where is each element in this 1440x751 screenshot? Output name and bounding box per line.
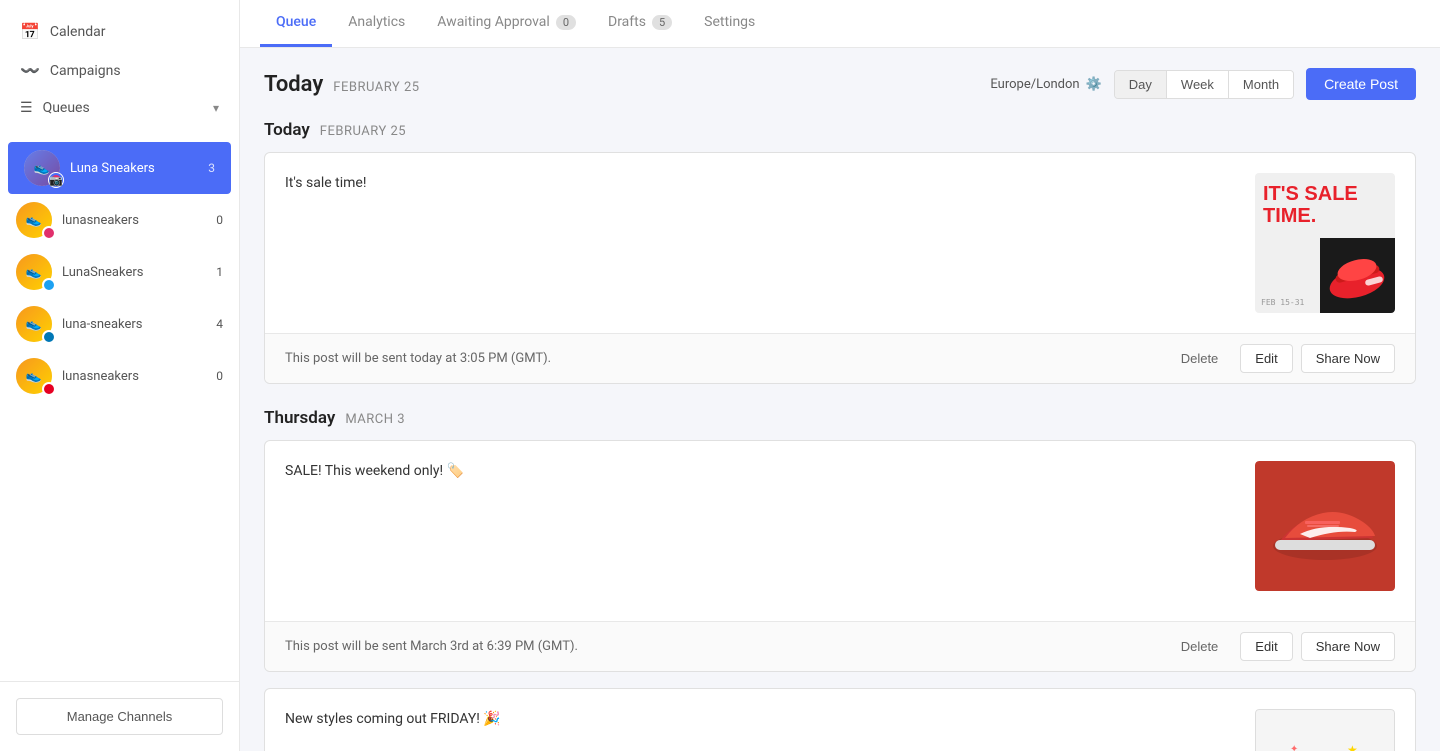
timezone-label: Europe/London <box>990 77 1079 92</box>
view-week-button[interactable]: Week <box>1167 71 1229 98</box>
channel-count-luna-sneakers-li: 4 <box>203 317 223 331</box>
avatar-lunasneakers-ig: 👟 <box>16 202 52 238</box>
sidebar-footer: Manage Channels <box>0 681 239 751</box>
channel-name-lunasneakers-pi: lunasneakers <box>62 369 193 384</box>
edit-button-1[interactable]: Edit <box>1240 344 1292 373</box>
post-footer-2: This post will be sent March 3rd at 6:39… <box>265 621 1415 671</box>
tab-awaiting-label: Awaiting Approval <box>437 14 550 30</box>
channel-list: 👟 📷 Luna Sneakers 3 👟 lunasneakers 0 👟 <box>0 138 239 406</box>
main-content: Queue Analytics Awaiting Approval 0 Draf… <box>240 0 1440 751</box>
tabs-bar: Queue Analytics Awaiting Approval 0 Draf… <box>240 0 1440 48</box>
channel-name-lunasneakers-tw: LunaSneakers <box>62 265 193 280</box>
sidebar-queues-header[interactable]: ☰ Queues ▾ <box>0 90 239 126</box>
thursday-date: MARCH 3 <box>345 412 405 427</box>
delete-button-1[interactable]: Delete <box>1167 345 1233 372</box>
active-channel-count: 3 <box>195 161 215 175</box>
sidebar-item-campaigns-label: Campaigns <box>50 63 121 79</box>
post-text-2: SALE! This weekend only! 🏷️ <box>285 461 1239 482</box>
post-image-3: ★ ✦ ✦ <box>1255 709 1395 751</box>
post-image-1: IT'S SALE TIME. <box>1255 173 1395 313</box>
view-day-button[interactable]: Day <box>1115 71 1167 98</box>
channel-count-lunasneakers-ig: 0 <box>203 213 223 227</box>
sidebar-nav: 📅 Calendar 〰️ Campaigns ☰ Queues ▾ <box>0 0 239 138</box>
share-now-button-1[interactable]: Share Now <box>1301 344 1395 373</box>
sidebar-item-calendar[interactable]: 📅 Calendar <box>0 12 239 51</box>
svg-text:✦: ✦ <box>1290 744 1298 751</box>
today-title: Today <box>264 120 310 140</box>
delete-button-2[interactable]: Delete <box>1167 633 1233 660</box>
post-text-1: It's sale time! <box>285 173 1239 194</box>
tab-drafts-label: Drafts <box>608 14 646 30</box>
toolbar-title: Today <box>264 72 323 97</box>
tab-drafts[interactable]: Drafts 5 <box>592 0 688 47</box>
chevron-down-icon: ▾ <box>213 101 219 115</box>
tab-settings[interactable]: Settings <box>688 0 771 47</box>
sidebar-item-campaigns[interactable]: 〰️ Campaigns <box>0 51 239 90</box>
content-area: Today FEBRUARY 25 Europe/London ⚙️ Day W… <box>240 48 1440 751</box>
channel-name-lunasneakers-ig: lunasneakers <box>62 213 193 228</box>
today-section: Today FEBRUARY 25 It's sale time! IT'S S… <box>264 120 1416 384</box>
channel-item-active[interactable]: 👟 📷 Luna Sneakers 3 <box>8 142 231 194</box>
gear-icon: ⚙️ <box>1086 77 1102 92</box>
linkedin-badge <box>42 330 56 344</box>
channel-count-lunasneakers-tw: 1 <box>203 265 223 279</box>
campaigns-icon: 〰️ <box>20 61 40 80</box>
toolbar: Today FEBRUARY 25 Europe/London ⚙️ Day W… <box>264 68 1416 100</box>
instagram-badge <box>42 226 56 240</box>
avatar-lunasneakers-pi: 👟 <box>16 358 52 394</box>
drafts-badge: 5 <box>652 15 672 30</box>
channel-item-lunasneakers-tw[interactable]: 👟 LunaSneakers 1 <box>0 246 239 298</box>
tab-settings-label: Settings <box>704 14 755 30</box>
timezone-selector[interactable]: Europe/London ⚙️ <box>990 77 1101 92</box>
calendar-icon: 📅 <box>20 22 40 41</box>
instagram-badge-active: 📷 <box>49 173 63 187</box>
awaiting-badge: 0 <box>556 15 576 30</box>
edit-button-2[interactable]: Edit <box>1240 632 1292 661</box>
twitter-badge <box>42 278 56 292</box>
post-card-2: SALE! This weekend only! 🏷️ <box>264 440 1416 672</box>
sidebar-item-calendar-label: Calendar <box>50 24 106 40</box>
channel-count-lunasneakers-pi: 0 <box>203 369 223 383</box>
view-month-button[interactable]: Month <box>1229 71 1293 98</box>
channel-name-luna-sneakers-li: luna-sneakers <box>62 317 193 332</box>
post-footer-text-2: This post will be sent March 3rd at 6:39… <box>285 639 578 654</box>
channel-item-luna-sneakers-li[interactable]: 👟 luna-sneakers 4 <box>0 298 239 350</box>
pinterest-badge <box>42 382 56 396</box>
tab-queue-label: Queue <box>276 14 316 30</box>
sidebar: 📅 Calendar 〰️ Campaigns ☰ Queues ▾ 👟 📷 <box>0 0 240 751</box>
post-actions-2: Delete Edit Share Now <box>1167 632 1395 661</box>
today-date: FEBRUARY 25 <box>320 124 406 139</box>
avatar-luna-sneakers: 👟 📷 <box>24 150 60 186</box>
post-footer-text-1: This post will be sent today at 3:05 PM … <box>285 351 551 366</box>
tab-awaiting[interactable]: Awaiting Approval 0 <box>421 0 592 47</box>
queues-icon: ☰ <box>20 100 33 116</box>
manage-channels-button[interactable]: Manage Channels <box>16 698 223 735</box>
avatar-luna-sneakers-li: 👟 <box>16 306 52 342</box>
post-footer-1: This post will be sent today at 3:05 PM … <box>265 333 1415 383</box>
post-actions-1: Delete Edit Share Now <box>1167 344 1395 373</box>
post-card-1: It's sale time! IT'S SALE TIME. <box>264 152 1416 384</box>
avatar-lunasneakers-tw: 👟 <box>16 254 52 290</box>
tab-queue[interactable]: Queue <box>260 0 332 47</box>
tab-analytics[interactable]: Analytics <box>332 0 421 47</box>
channel-item-lunasneakers-ig[interactable]: 👟 lunasneakers 0 <box>0 194 239 246</box>
view-switcher: Day Week Month <box>1114 70 1294 99</box>
post-text-3: New styles coming out FRIDAY! 🎉 <box>285 709 1239 730</box>
toolbar-date: FEBRUARY 25 <box>333 80 419 95</box>
svg-text:★: ★ <box>1347 743 1358 751</box>
thursday-title: Thursday <box>264 408 335 428</box>
create-post-button[interactable]: Create Post <box>1306 68 1416 100</box>
share-now-button-2[interactable]: Share Now <box>1301 632 1395 661</box>
tab-analytics-label: Analytics <box>348 14 405 30</box>
active-channel-name: Luna Sneakers <box>70 161 185 176</box>
thursday-section: Thursday MARCH 3 SALE! This weekend only… <box>264 408 1416 751</box>
channel-item-lunasneakers-pi[interactable]: 👟 lunasneakers 0 <box>0 350 239 402</box>
post-card-3: New styles coming out FRIDAY! 🎉 <box>264 688 1416 751</box>
queues-label: Queues <box>43 100 90 116</box>
post-image-2 <box>1255 461 1395 601</box>
